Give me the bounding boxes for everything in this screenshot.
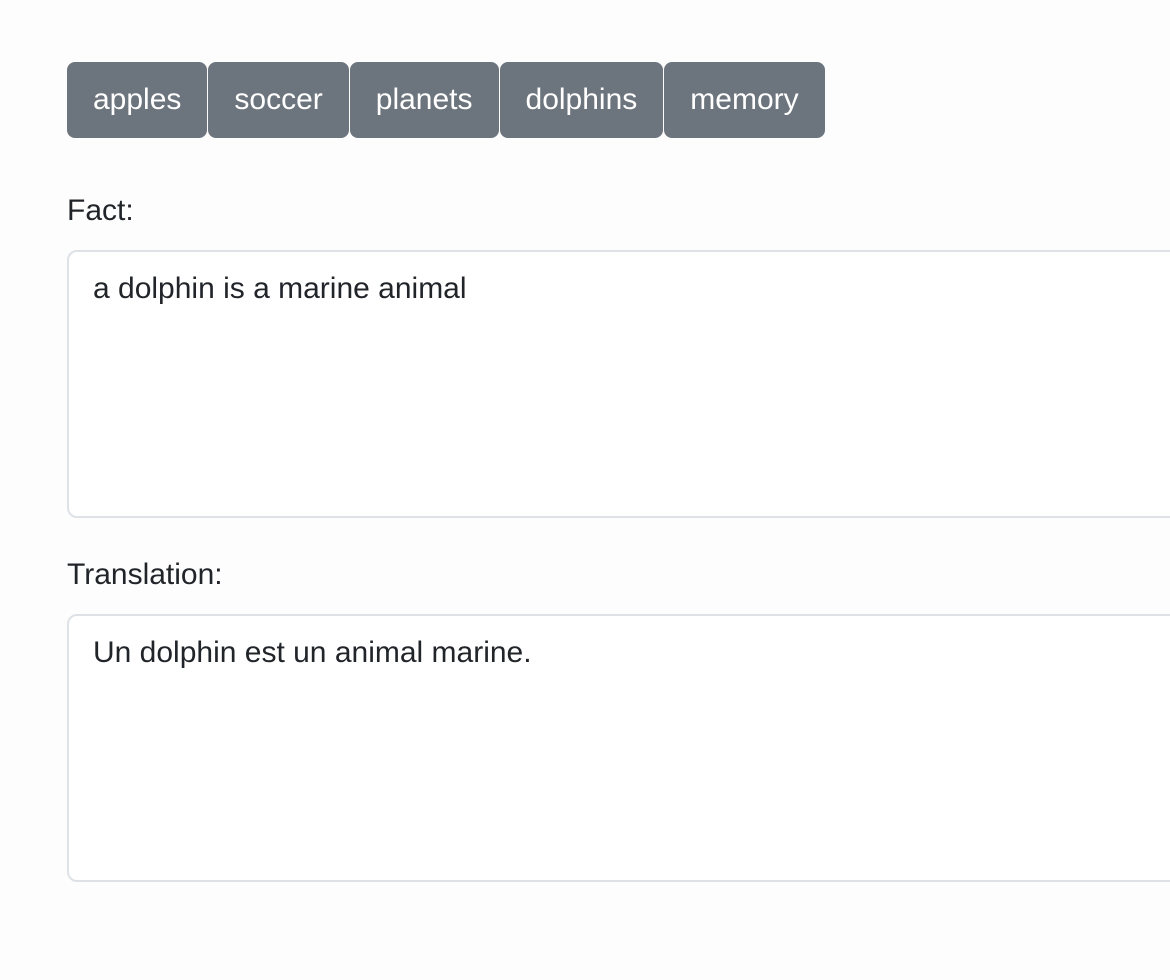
topic-button-memory[interactable]: memory (664, 62, 825, 138)
topic-button-planets[interactable]: planets (349, 62, 499, 138)
translation-label: Translation: (67, 558, 223, 591)
fact-textarea[interactable]: a dolphin is a marine animal (67, 250, 1170, 518)
topic-button-soccer[interactable]: soccer (208, 62, 349, 138)
topic-button-bar: apples soccer planets dolphins memory (67, 62, 825, 138)
translation-textarea[interactable]: Un dolphin est un animal marine. (67, 614, 1170, 882)
topic-button-apples[interactable]: apples (67, 62, 208, 138)
fact-label: Fact: (67, 194, 134, 227)
topic-button-dolphins[interactable]: dolphins (499, 62, 664, 138)
